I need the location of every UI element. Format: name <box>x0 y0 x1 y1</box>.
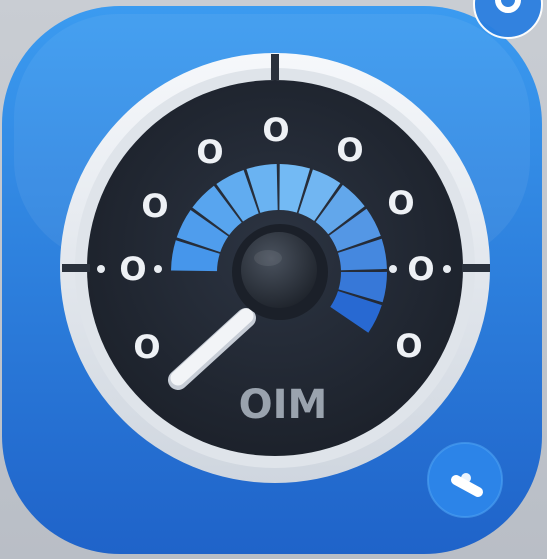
dial-notch-top <box>271 54 279 80</box>
needle-hub-shine <box>254 250 282 266</box>
needle-hub <box>241 232 317 308</box>
speedometer-app-icon[interactable]: OOOOOOOO O OIM <box>0 0 547 559</box>
dial-marker: O <box>387 184 414 222</box>
dial-marker: O <box>262 111 289 149</box>
dial-marker: O <box>395 327 422 365</box>
dial-marker: O <box>141 187 168 225</box>
toggle-icon[interactable] <box>427 442 503 518</box>
dial-marker: O <box>407 250 434 288</box>
dial-marker: O <box>119 250 146 288</box>
dial-readout: OIM <box>239 382 328 428</box>
dial-marker: O <box>336 131 363 169</box>
dial-marker: O <box>133 328 160 366</box>
dial-marker: O <box>196 133 223 171</box>
dial-notch-right <box>462 264 490 272</box>
dial-notch-left <box>62 264 90 272</box>
